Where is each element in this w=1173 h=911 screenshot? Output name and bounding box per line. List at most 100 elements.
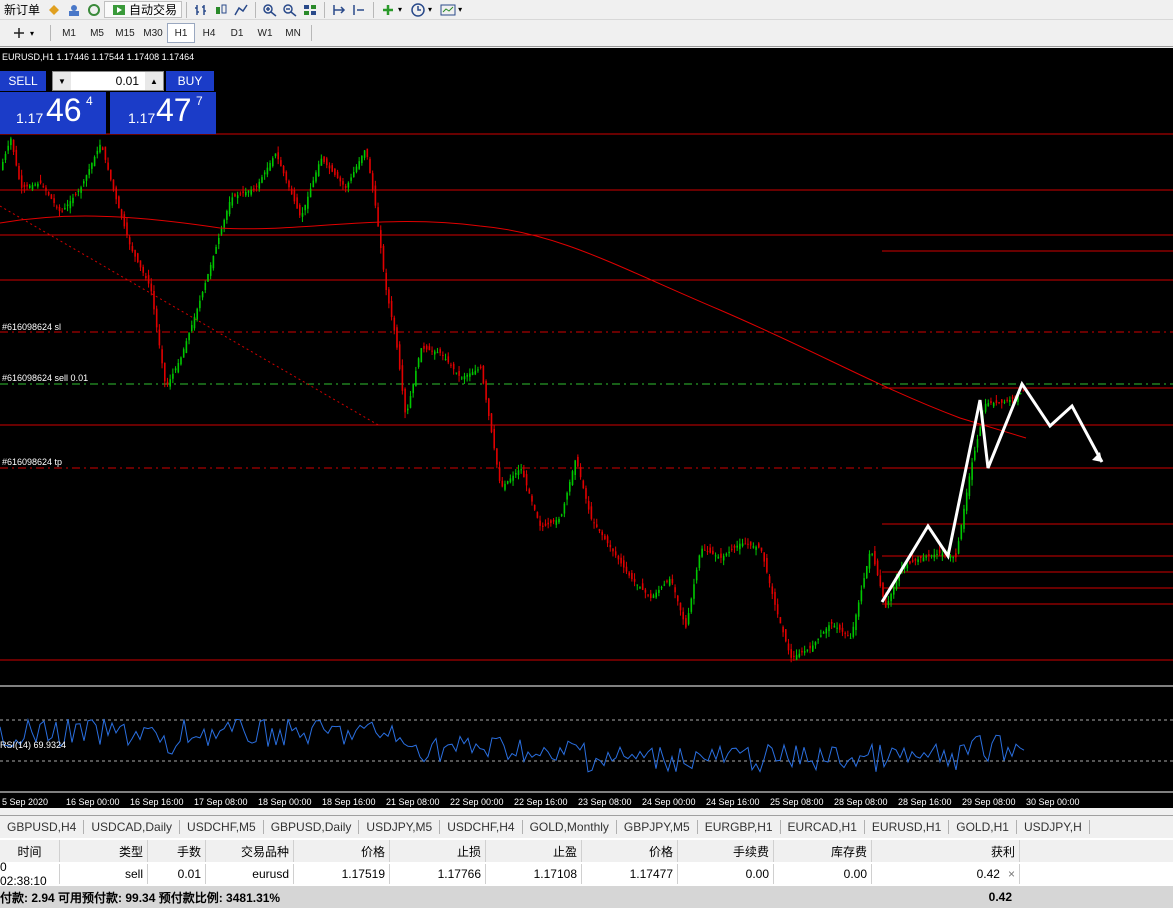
autoscroll-icon[interactable] [351,3,367,17]
chart-shift-icon[interactable] [331,3,347,17]
chart-tab[interactable]: EURUSD,H1 [865,820,950,834]
chart-tab[interactable]: GOLD,Monthly [523,820,617,834]
candle-body [474,370,477,375]
dropdown-icon[interactable]: ▾ [398,5,402,14]
buy-price-big: 47 [156,92,192,128]
timeframe-m30[interactable]: M30 [139,23,167,43]
lot-increase-icon[interactable]: ▲ [145,72,163,90]
candle-body [223,220,225,228]
chart-tab[interactable]: GBPJPY,M5 [617,820,698,834]
column-header[interactable]: 交易品种 [206,840,294,862]
auto-trading-button[interactable]: 自动交易 [104,1,183,18]
candle-body [857,602,860,617]
candle-body [207,274,209,282]
candle-body [920,556,922,558]
chart-tab[interactable]: GBPUSD,Daily [264,820,360,834]
timeframe-mn[interactable]: MN [279,23,307,43]
chart-tab[interactable]: GOLD,H1 [949,820,1017,834]
dropdown-icon[interactable]: ▾ [428,5,432,14]
candle-body [228,202,231,215]
crosshair-icon[interactable] [12,26,28,40]
user-icon[interactable] [66,3,82,17]
dropdown-icon[interactable]: ▾ [30,29,34,38]
candle-body [674,587,676,593]
candle-body [612,548,614,552]
candle-body [428,346,431,351]
price-chart[interactable]: 5 Sep 2020 16 Sep 00:00 16 Sep 16:00 17 Sep… [0,48,1173,808]
chart-tab[interactable]: GBPUSD,H4 [0,820,85,834]
timeframe-m1[interactable]: M1 [55,23,83,43]
column-header[interactable]: 止盈 [486,840,582,862]
candle-body [261,177,263,183]
candlestick-icon[interactable] [213,3,229,17]
candle-body [533,504,536,510]
diamond-icon[interactable] [46,3,62,17]
chart-tab[interactable]: USDJPY,M5 [359,820,441,834]
candle-body [795,655,798,660]
close-order-icon[interactable]: × [1008,867,1015,881]
dropdown-icon[interactable]: ▾ [458,5,462,14]
chart-tab[interactable]: USDCHF,H4 [440,820,523,834]
candle-body [263,172,266,175]
column-header[interactable]: 止损 [390,840,486,862]
column-header[interactable]: 类型 [60,840,148,862]
timeframe-h4[interactable]: H4 [195,23,223,43]
bar-chart-icon[interactable] [193,3,209,17]
line-chart-icon[interactable] [233,3,249,17]
sell-price-big: 46 [46,92,82,128]
column-header[interactable]: 价格 [582,840,678,862]
lot-size-input[interactable]: ▼ 0.01 ▲ [52,71,164,91]
buy-button[interactable]: BUY [166,71,214,91]
candle-body [814,642,817,646]
candle-body [525,474,528,486]
sell-button[interactable]: SELL [0,71,46,91]
buy-price-box[interactable]: 1.17 47 7 [110,92,216,134]
sell-price-box[interactable]: 1.17 46 4 [0,92,106,134]
timeframe-d1[interactable]: D1 [223,23,251,43]
zoom-in-icon[interactable] [262,3,278,17]
chart-tab[interactable]: USDCAD,Daily [84,820,181,834]
candle-body [201,292,204,298]
terminal-header: 时间 类型 手数 交易品种 价格 止损 止盈 价格 手续费 库存费 获利 [0,840,1173,862]
candle-body [925,556,927,558]
tile-windows-icon[interactable] [302,3,318,17]
candle-body [145,276,147,279]
candle-body [938,550,941,554]
chart-tab[interactable]: USDCHF,M5 [180,820,264,834]
candle-body [434,351,436,355]
column-header[interactable]: 手续费 [678,840,774,862]
signal-icon[interactable] [86,3,102,17]
time-label: 16 Sep 16:00 [130,797,184,807]
candle-body [979,427,981,436]
time-label: 21 Sep 08:00 [386,797,440,807]
lot-decrease-icon[interactable]: ▼ [53,72,71,90]
templates-icon[interactable] [440,3,456,17]
column-header[interactable]: 手数 [148,840,206,862]
table-row[interactable]: 0 02:38:10 sell 0.01 eurusd 1.17519 1.17766 1.… [0,860,1173,888]
new-order-button[interactable]: 新订单 [0,1,44,18]
candle-body [469,373,471,377]
candle-body [39,180,42,184]
candle-body [647,594,649,596]
clock-icon[interactable] [410,2,426,17]
timeframe-m5[interactable]: M5 [83,23,111,43]
candle-body [552,519,555,522]
chart-tab[interactable]: EURCAD,H1 [781,820,865,834]
column-header[interactable]: 库存费 [774,840,872,862]
timeframe-m15[interactable]: M15 [111,23,139,43]
column-header[interactable]: 获利 [872,840,1020,862]
candle-body [539,520,541,526]
chart-tab[interactable]: USDJPY,H [1017,820,1090,834]
one-click-trading-panel: SELL ▼ 0.01 ▲ BUY 1.17 46 4 1.17 47 7 [0,68,216,134]
column-header[interactable]: 时间 [0,840,60,862]
indicators-icon[interactable] [380,3,396,17]
chart-tab[interactable]: EURGBP,H1 [698,820,781,834]
candle-body [917,559,919,563]
timeframe-w1[interactable]: W1 [251,23,279,43]
candle-body [558,518,560,523]
candle-body [66,204,69,207]
timeframe-h1[interactable]: H1 [167,23,196,43]
column-header[interactable]: 价格 [294,840,390,862]
candle-body [631,572,633,580]
zoom-out-icon[interactable] [282,3,298,17]
